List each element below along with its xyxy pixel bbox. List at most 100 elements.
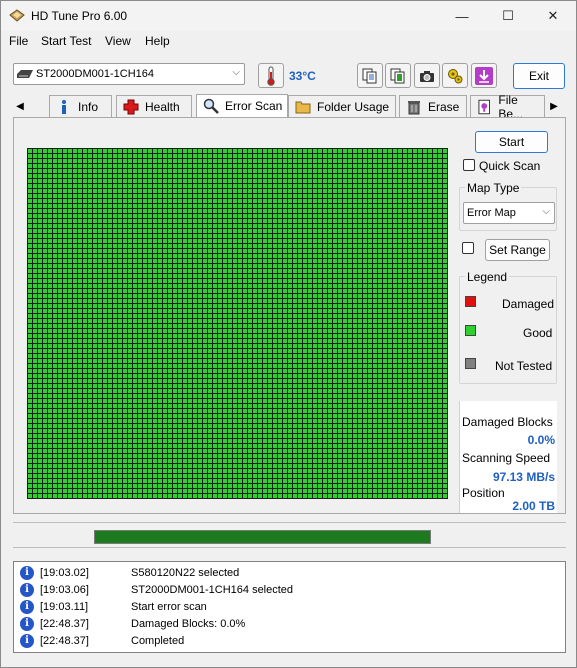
legend-not-tested-label: Not Tested bbox=[495, 359, 553, 373]
hard-drive-icon bbox=[17, 70, 33, 78]
temperature-button[interactable] bbox=[258, 63, 284, 88]
scan-stats: Damaged Blocks 0.0% Scanning Speed 97.13… bbox=[459, 401, 557, 513]
menu-bar: File Start Test View Help bbox=[1, 31, 576, 51]
tab-label: Health bbox=[145, 99, 180, 114]
position-value: 2.00 TB bbox=[512, 499, 555, 513]
options-button[interactable] bbox=[442, 63, 468, 88]
log-row: i [22:48.37] Completed bbox=[18, 633, 558, 650]
tab-scroll-left-button[interactable]: ◀ bbox=[13, 95, 27, 117]
temperature-value: 33°C bbox=[289, 69, 316, 83]
set-range-checkbox[interactable] bbox=[462, 242, 474, 254]
copy-info-button[interactable] bbox=[357, 63, 383, 88]
log-message: Start error scan bbox=[131, 601, 207, 613]
folder-icon bbox=[295, 101, 311, 113]
not-tested-swatch bbox=[465, 358, 476, 369]
tab-error-scan[interactable]: Error Scan bbox=[196, 94, 288, 117]
drive-selector[interactable]: ST2000DM001-1CH164 ⌵ bbox=[13, 63, 245, 85]
tab-label: Folder Usage bbox=[317, 99, 390, 114]
log-message: Completed bbox=[131, 635, 185, 647]
close-icon: ✕ bbox=[547, 8, 559, 23]
tab-info[interactable]: Info bbox=[49, 95, 112, 117]
position-label: Position bbox=[462, 486, 505, 500]
tab-scroll-right-button[interactable]: ▶ bbox=[547, 95, 561, 117]
log-row: i [19:03.11] Start error scan bbox=[18, 599, 558, 616]
menu-help[interactable]: Help bbox=[145, 34, 170, 48]
app-window: HD Tune Pro 6.00 — ☐ ✕ File Start Test V… bbox=[0, 0, 577, 668]
info-icon: i bbox=[20, 617, 34, 631]
quick-scan-checkbox[interactable] bbox=[463, 159, 475, 171]
download-arrow-icon bbox=[475, 66, 493, 85]
log-message: S580120N22 selected bbox=[131, 567, 240, 579]
tab-file-benchmark[interactable]: File Be... bbox=[470, 93, 545, 121]
exit-button[interactable]: Exit bbox=[513, 63, 565, 89]
app-logo-icon bbox=[9, 9, 25, 22]
scan-progress-bar bbox=[94, 530, 431, 544]
tab-health[interactable]: Health bbox=[116, 95, 192, 117]
menu-start-test[interactable]: Start Test bbox=[41, 34, 91, 48]
info-icon: i bbox=[20, 566, 34, 580]
damaged-blocks-label: Damaged Blocks bbox=[462, 415, 553, 429]
copy-all-button[interactable] bbox=[385, 63, 411, 88]
start-button[interactable]: Start bbox=[475, 131, 548, 153]
trash-icon bbox=[408, 100, 420, 114]
log-time: [22:48.37] bbox=[40, 618, 89, 630]
magnifier-icon bbox=[203, 98, 219, 114]
scanning-speed-value: 97.13 MB/s bbox=[492, 470, 555, 484]
info-icon: i bbox=[20, 583, 34, 597]
scanning-speed-label: Scanning Speed bbox=[462, 451, 551, 465]
tab-strip: ◀ Info Health Error Scan Folder Usage Er… bbox=[13, 93, 565, 121]
log-row: i [19:03.02] S580120N22 selected bbox=[18, 565, 558, 582]
log-message: ST2000DM001-1CH164 selected bbox=[131, 584, 294, 596]
damaged-blocks-value: 0.0% bbox=[527, 433, 555, 447]
tab-folder-usage[interactable]: Folder Usage bbox=[288, 95, 396, 117]
log-message: Damaged Blocks: 0.0% bbox=[131, 618, 246, 630]
map-type-value: Error Map bbox=[467, 207, 516, 219]
scan-grid-good-blocks bbox=[27, 148, 448, 499]
triangle-left-icon: ◀ bbox=[16, 100, 24, 112]
thermometer-icon bbox=[267, 66, 275, 86]
menu-file[interactable]: File bbox=[9, 34, 28, 48]
health-cross-icon bbox=[123, 99, 139, 114]
info-icon: i bbox=[20, 600, 34, 614]
copy-all-icon bbox=[390, 68, 405, 83]
log-time: [19:03.11] bbox=[40, 601, 89, 613]
log-row: i [22:48.37] Damaged Blocks: 0.0% bbox=[18, 616, 558, 633]
gears-icon bbox=[448, 68, 463, 83]
tab-erase[interactable]: Erase bbox=[399, 95, 467, 117]
tab-label: Info bbox=[78, 99, 99, 114]
log-time: [22:48.37] bbox=[40, 635, 89, 647]
legend-good-label: Good bbox=[523, 326, 553, 340]
triangle-right-icon: ▶ bbox=[550, 100, 558, 112]
set-range-button[interactable]: Set Range bbox=[485, 239, 550, 261]
screenshot-button[interactable] bbox=[414, 63, 440, 88]
error-scan-map bbox=[27, 148, 448, 499]
legend-title: Legend bbox=[465, 270, 510, 284]
chevron-down-icon: ⌵ bbox=[232, 67, 240, 78]
drive-name: ST2000DM001-1CH164 bbox=[36, 68, 155, 80]
minimize-icon: — bbox=[455, 8, 469, 24]
window-title: HD Tune Pro 6.00 bbox=[31, 9, 128, 23]
close-button[interactable]: ✕ bbox=[530, 1, 576, 31]
file-benchmark-icon bbox=[478, 99, 490, 114]
maximize-icon: ☐ bbox=[502, 8, 514, 23]
camera-icon bbox=[420, 70, 434, 82]
minimize-button[interactable]: — bbox=[439, 1, 485, 31]
menu-view[interactable]: View bbox=[105, 34, 131, 48]
log-time: [19:03.02] bbox=[40, 567, 89, 579]
scan-progress-fill bbox=[95, 531, 430, 543]
log-time: [19:03.06] bbox=[40, 584, 89, 596]
log-row: i [19:03.06] ST2000DM001-1CH164 selected bbox=[18, 582, 558, 599]
maximize-button[interactable]: ☐ bbox=[485, 1, 531, 31]
copy-document-icon bbox=[362, 68, 377, 83]
info-icon bbox=[62, 99, 66, 114]
good-swatch bbox=[465, 325, 476, 336]
tab-label: Erase bbox=[428, 99, 460, 114]
tab-label: Error Scan bbox=[225, 99, 283, 113]
title-bar: HD Tune Pro 6.00 — ☐ ✕ bbox=[1, 1, 576, 31]
event-log[interactable]: i [19:03.02] S580120N22 selected i [19:0… bbox=[13, 561, 566, 653]
info-icon: i bbox=[20, 634, 34, 648]
save-button[interactable] bbox=[471, 63, 497, 88]
damaged-swatch bbox=[465, 296, 476, 307]
map-type-select[interactable]: Error Map ⌵ bbox=[463, 202, 555, 224]
legend-damaged-label: Damaged bbox=[502, 297, 555, 311]
